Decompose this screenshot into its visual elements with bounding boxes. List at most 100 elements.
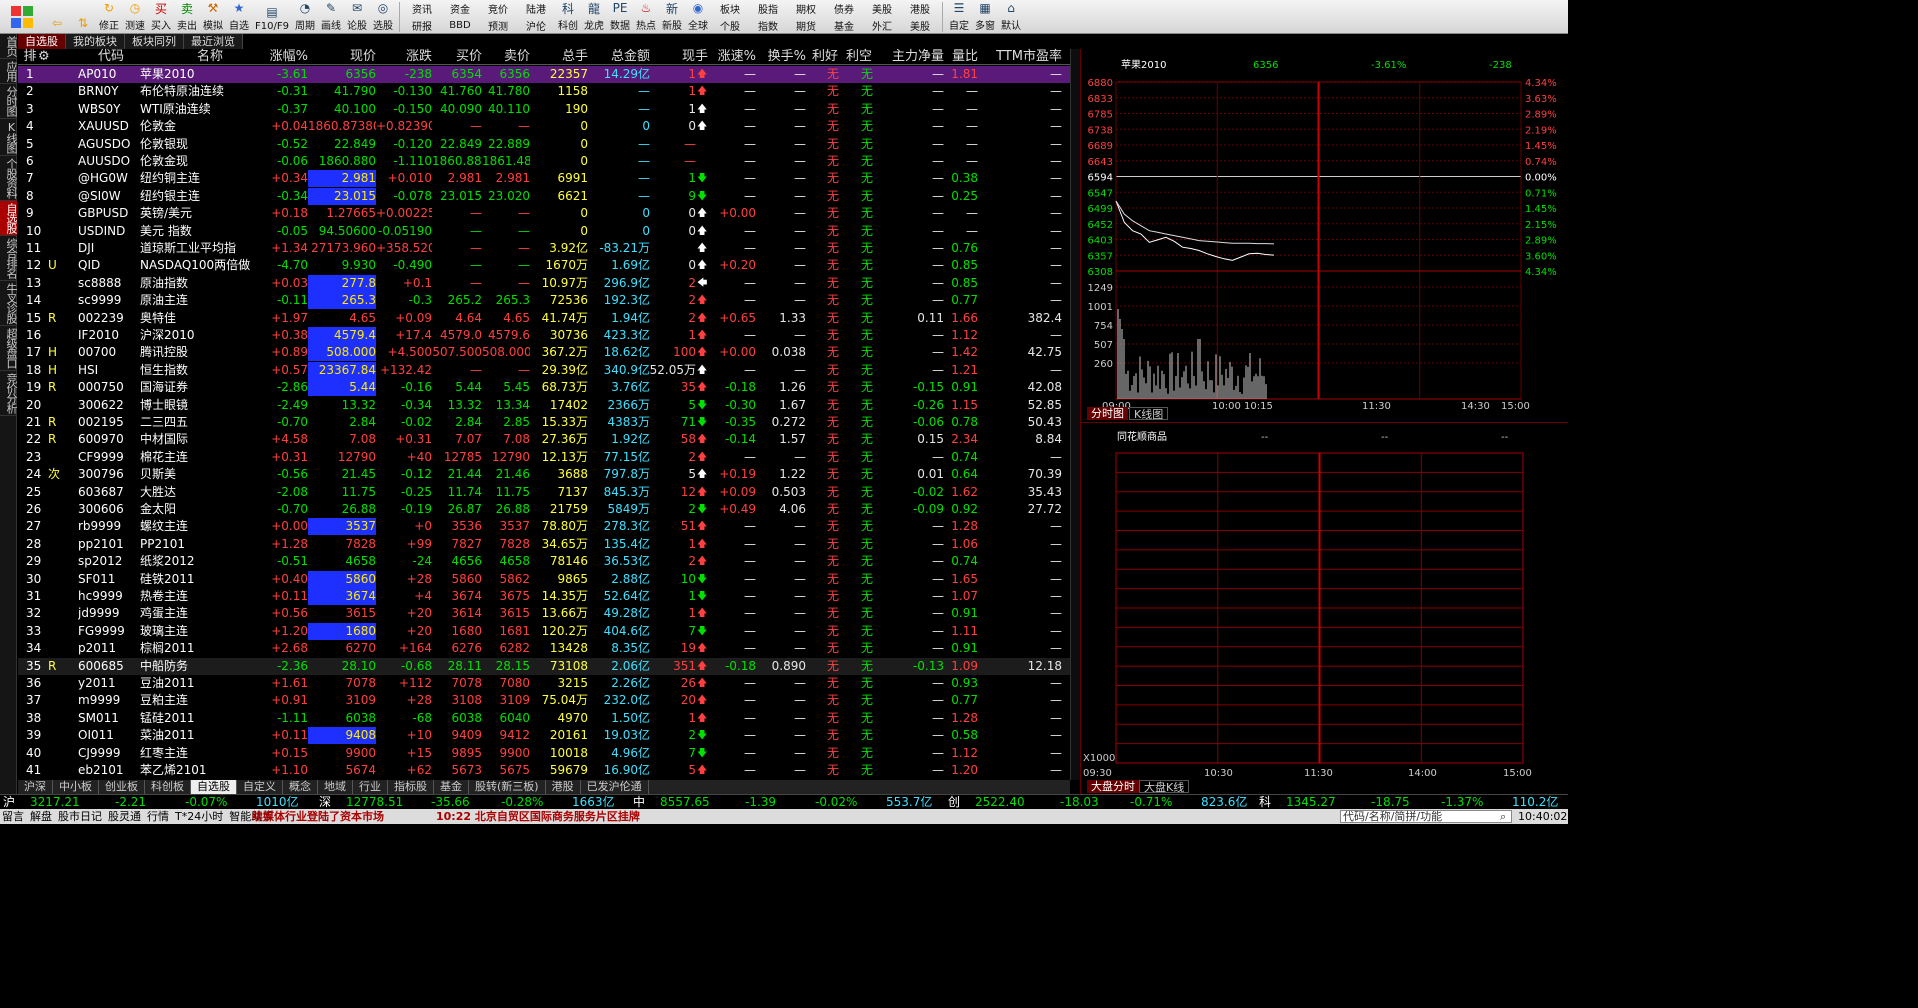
stock-code[interactable]: rb9999 — [78, 518, 140, 535]
toolbar-grid-button[interactable]: 预测 — [479, 17, 517, 34]
bullish-news[interactable]: 无 — [818, 101, 848, 118]
column-header[interactable]: 卖价 — [482, 49, 530, 65]
stock-code[interactable]: USDIND — [78, 223, 140, 240]
table-row[interactable]: 39 OI011 菜油2011 +0.11 9408 +10 9409 9412 20161 19… — [18, 727, 1070, 745]
table-row[interactable]: 28 pp2101 PP2101 +1.28 7828 +99 7827 7828 34.65万… — [18, 536, 1070, 553]
toolbar-grid-button[interactable]: 债券 — [825, 0, 863, 17]
toolbar-grid-button[interactable]: 股指 — [749, 0, 787, 17]
stock-code[interactable]: AUUSDO — [78, 153, 140, 170]
toolbar-grid-button[interactable]: 研报 — [403, 17, 441, 34]
table-row[interactable]: 32 jd9999 鸡蛋主连 +0.56 3615 +20 3614 3615 13.66万 49… — [18, 605, 1070, 622]
bullish-news[interactable]: 无 — [818, 240, 848, 257]
stock-code[interactable]: GBPUSD — [78, 205, 140, 222]
stock-code[interactable]: sc9999 — [78, 292, 140, 309]
column-header[interactable]: 现价 — [308, 49, 376, 65]
clock-button[interactable]: ◷ 测速 — [122, 0, 148, 34]
market-tab[interactable]: 基金 — [434, 780, 469, 794]
bullish-news[interactable]: 无 — [818, 449, 848, 466]
table-row[interactable]: 41 eb2101 苯乙烯2101 +1.10 5674 +62 5673 5675 59679… — [18, 762, 1070, 779]
bullish-news[interactable]: 无 — [818, 83, 848, 100]
table-row[interactable]: 22 R 600970 中材国际 +4.58 7.08 +0.31 7.07 7.08 27.36… — [18, 431, 1070, 448]
table-row[interactable]: 2 BRN0Y 布伦特原油连续 -0.31 41.790 -0.130 41.760 41.7… — [18, 83, 1070, 100]
select-button[interactable]: ◎ 选股 — [370, 0, 396, 34]
table-row[interactable]: 23 CF9999 棉花主连 +0.31 12790 +40 12785 12790 12.13… — [18, 449, 1070, 466]
column-header[interactable]: TTM市盈率 — [978, 49, 1062, 65]
bullish-news[interactable]: 无 — [818, 762, 848, 779]
table-row[interactable]: 20 300622 博士眼镜 -2.49 13.32 -0.34 13.32 13.34 174… — [18, 397, 1070, 414]
column-header[interactable]: 总手 — [530, 49, 588, 65]
default-button[interactable]: ⌂ 默认 — [998, 0, 1024, 34]
custom-button[interactable]: ☰ 自定 — [946, 0, 972, 34]
sidenav-item[interactable]: 首页 — [0, 34, 18, 59]
pen-button[interactable]: ✎ 画线 — [318, 0, 344, 34]
bullish-news[interactable]: 无 — [818, 153, 848, 170]
market-tab[interactable]: 地域 — [318, 780, 353, 794]
market-tab[interactable]: 科创板 — [145, 780, 191, 794]
column-header[interactable]: 排 — [20, 49, 40, 65]
cycle-button[interactable]: ◔ 周期 — [292, 0, 318, 34]
toolbar-grid-button[interactable]: 资讯 — [403, 0, 441, 17]
column-header[interactable]: 买价 — [432, 49, 482, 65]
index-name[interactable]: 深 — [319, 795, 331, 810]
stock-code[interactable]: @HG0W — [78, 170, 140, 187]
news-ticker-1[interactable]: 续媒体行业登陆了资本市场 — [252, 809, 384, 824]
bullish-news[interactable]: 无 — [818, 275, 848, 292]
table-row[interactable]: 40 CJ9999 红枣主连 +0.15 9900 +15 9895 9900 10018 4.9… — [18, 745, 1070, 762]
status-item[interactable]: 股灵通 — [108, 810, 141, 823]
table-row[interactable]: 7 @HG0W 纽约铜主连 +0.34 2.981 +0.010 2.981 2.981 699… — [18, 170, 1070, 188]
column-header[interactable]: 主力净量 — [876, 49, 944, 65]
stock-code[interactable]: p2011 — [78, 640, 140, 657]
stock-code[interactable]: hc9999 — [78, 588, 140, 605]
toolbar-grid-button[interactable]: 资金 — [441, 0, 479, 17]
table-row[interactable]: 6AUUSDO伦敦金现-0.061860.880-1.1101860.88018… — [18, 153, 1070, 170]
stock-code[interactable]: FG9999 — [78, 623, 140, 640]
bullish-news[interactable]: 无 — [818, 605, 848, 622]
stock-code[interactable]: IF2010 — [78, 327, 140, 344]
table-row[interactable]: 21 R 002195 二三四五 -0.70 2.84 -0.02 2.84 2.85 15.33… — [18, 414, 1070, 431]
stock-code[interactable]: 002195 — [78, 414, 140, 431]
index-name[interactable]: 沪 — [3, 795, 15, 810]
bullish-news[interactable]: 无 — [818, 379, 848, 396]
toolbar-grid-button[interactable]: 个股 — [711, 17, 749, 34]
table-row[interactable]: 38 SM011 锰硅2011 -1.11 6038 -68 6038 6040 4970 1.5… — [18, 710, 1070, 727]
tab-0[interactable]: 自选股 — [18, 34, 66, 49]
toolbar-grid-button[interactable]: 板块 — [711, 0, 749, 17]
multi-window-button[interactable]: ▦ 多窗 — [972, 0, 998, 34]
bullish-news[interactable]: 无 — [818, 223, 848, 240]
table-row[interactable]: 18 H HSI 恒生指数 +0.57 23367.84 +132.42— —29.39亿 34… — [18, 361, 1070, 379]
table-row[interactable]: 35 R 600685 中船防务 -2.36 28.10 -0.68 28.11 28.15 73… — [18, 657, 1070, 675]
stock-code[interactable]: 002239 — [78, 310, 140, 327]
market-tab[interactable]: 行业 — [353, 780, 388, 794]
table-row[interactable]: 4 XAUUSD 伦敦金 +0.04 1860.87380 +0.82390— —0 0 0 🡅 —… — [18, 118, 1070, 135]
bullish-news[interactable]: 无 — [818, 588, 848, 605]
stock-code[interactable]: eb2101 — [78, 762, 140, 779]
stock-code[interactable]: m9999 — [78, 692, 140, 709]
column-header[interactable]: 总金额 — [588, 49, 650, 65]
bullish-news[interactable]: 无 — [818, 66, 848, 83]
sidenav-item[interactable]: 综合排名 — [0, 236, 18, 281]
bullish-news[interactable]: 无 — [818, 344, 848, 361]
stock-code[interactable]: y2011 — [78, 675, 140, 692]
news-ticker-2[interactable]: 10:22 北京自贸区国际商务服务片区挂牌 — [436, 809, 640, 824]
stock-code[interactable]: jd9999 — [78, 605, 140, 622]
toolbar-grid-button[interactable]: 港股 — [901, 0, 939, 17]
bullish-news[interactable]: 无 — [818, 640, 848, 657]
sidenav-item[interactable]: 分时图 — [0, 84, 18, 119]
table-row[interactable]: 34 p2011 棕榈2011 +2.68 6270 +164 6276 6282 13428 8… — [18, 640, 1070, 657]
tab-kline[interactable]: K线图 — [1129, 407, 1169, 421]
bullish-news[interactable]: 无 — [818, 136, 848, 153]
toolbar-grid-button[interactable]: 期权 — [787, 0, 825, 17]
stock-code[interactable]: 300796 — [78, 466, 140, 483]
stock-code[interactable]: SF011 — [78, 571, 140, 588]
column-header[interactable]: 换手% — [756, 49, 806, 65]
chat-button[interactable]: ✉ 论股 — [344, 0, 370, 34]
market-tab[interactable]: 自定义 — [237, 780, 283, 794]
stock-code[interactable]: 600970 — [78, 431, 140, 448]
index-name[interactable]: 创 — [948, 795, 960, 810]
bullish-news[interactable]: 无 — [818, 188, 848, 205]
toolbar-grid-button[interactable]: 指数 — [749, 17, 787, 34]
back-arrow-button[interactable]: ⇦ — [44, 0, 70, 34]
table-row[interactable]: 31 hc9999 热卷主连 +0.11 3674 +4 3674 3675 14.35万 52.… — [18, 588, 1070, 605]
toolbar-grid-button[interactable]: 美股 — [863, 0, 901, 17]
column-header[interactable]: 涨幅% — [250, 49, 308, 65]
